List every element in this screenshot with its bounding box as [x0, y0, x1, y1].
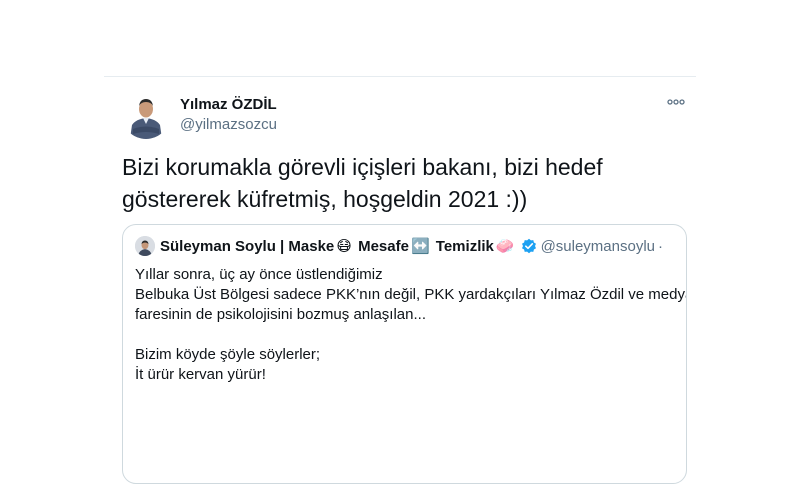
quoted-tweet[interactable]: Süleyman Soylu | Maske 😷 Mesafe ↔️ Temizli…: [122, 224, 687, 484]
quoted-text-line: Belbuka Üst Bölgesi sadece PKK’nın değil…: [135, 286, 687, 303]
left-right-arrow-emoji-icon: ↔️: [410, 238, 430, 255]
tweet-card[interactable]: Yılmaz ÖZDİL @yilmazsozcu Bizi korumakla…: [104, 76, 696, 484]
quoted-text-line: Yıllar sonra, üç ay önce üstlendiğimiz: [135, 266, 383, 283]
quoted-text-line: İt ürür kervan yürür!: [135, 366, 266, 383]
quoted-author-name[interactable]: Süleyman Soylu | Maske 😷 Mesafe ↔️ Temizli…: [160, 237, 517, 255]
tweet-text-line: göstererek küfretmiş, hoşgeldin 2021 :)): [122, 186, 528, 212]
more-horizontal-icon[interactable]: [666, 95, 686, 107]
verified-badge-icon: [521, 238, 537, 254]
quoted-text-blank-line: [135, 325, 680, 345]
soap-emoji-icon: 🧼: [495, 238, 515, 255]
quoted-author-name-part: Mesafe: [353, 238, 409, 255]
quoted-tweet-text: Yıllar sonra, üç ay önce üstlendiğimiz B…: [135, 265, 687, 385]
tweet-text: Bizi korumakla görevli içişleri bakanı, …: [122, 151, 682, 215]
author-avatar[interactable]: [122, 91, 170, 139]
quoted-author-handle[interactable]: @suleymansoylu: [541, 238, 655, 255]
author-handle[interactable]: @yilmazsozcu: [180, 116, 277, 133]
mask-emoji-icon: 😷: [336, 238, 352, 255]
quoted-text-line: faresinin de psikolojisini bozmuş anlaşı…: [135, 306, 426, 323]
tweet-text-line: Bizi korumakla görevli içişleri bakanı, …: [122, 154, 603, 180]
quoted-text-line: Bizim köyde şöyle söylerler;: [135, 346, 321, 363]
separator-dot: ·: [658, 237, 664, 255]
author-name[interactable]: Yılmaz ÖZDİL: [180, 96, 277, 113]
quoted-tweet-header: Süleyman Soylu | Maske 😷 Mesafe ↔️ Temizli…: [135, 235, 663, 257]
quoted-author-name-part: Temizlik: [431, 238, 494, 255]
quoted-author-avatar[interactable]: [135, 236, 155, 256]
quoted-author-name-part: Süleyman Soylu | Maske: [160, 238, 335, 255]
